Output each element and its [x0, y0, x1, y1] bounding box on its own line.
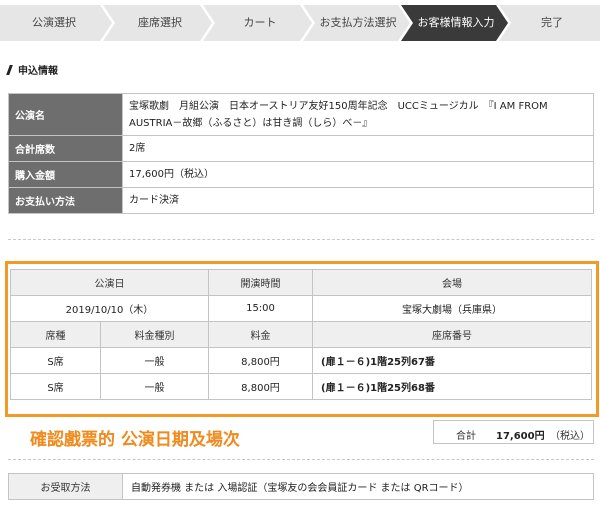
- ticket-table: 公演日 開演時間 会場 2019/10/10（木） 15:00 宝塚大劇場（兵庫…: [10, 269, 592, 400]
- total-label: 合計: [456, 431, 476, 442]
- info-row-amount: 購入金額 17,600円（税込）: [8, 161, 594, 188]
- venue-header: 会場: [312, 269, 592, 296]
- amount-label: 購入金額: [8, 161, 123, 188]
- total-amount: 17,600円: [496, 431, 545, 442]
- receive-row: お受取方法 自動発券機 または 入場認証（宝塚友の会会員証カード または QRコ…: [8, 473, 594, 500]
- performance-time: 15:00: [208, 295, 313, 322]
- performance-label: 公演名: [8, 93, 123, 136]
- seat-type: S席: [10, 373, 101, 400]
- amount-value: 17,600円（税込）: [122, 161, 594, 188]
- performance-date: 2019/10/10（木）: [10, 295, 209, 322]
- time-header: 開演時間: [208, 269, 313, 296]
- date-header: 公演日: [10, 269, 209, 296]
- ticket-header-top: 公演日 開演時間 会場: [10, 269, 592, 296]
- receive-label: お受取方法: [8, 473, 123, 500]
- price-type-header: 料金種別: [100, 321, 209, 348]
- step-seat-select: 座席選択: [138, 16, 182, 29]
- progress-steps: 公演選択 座席選択 カート お支払方法選択 お客様情報入力 完了: [0, 5, 600, 41]
- step-cart: カート: [243, 16, 277, 29]
- step-payment-method: お支払方法選択: [319, 16, 397, 29]
- application-info-table: 公演名 宝塚歌劇 月組公演 日本オーストリア友好150周年記念 UCCミュージカ…: [8, 93, 594, 214]
- table-row: S席 一般 8,800円 (扉１－６)1階25列68番: [10, 373, 592, 400]
- performance-value: 宝塚歌劇 月組公演 日本オーストリア友好150周年記念 UCCミュージカル 『I…: [122, 93, 594, 136]
- info-row-performance: 公演名 宝塚歌劇 月組公演 日本オーストリア友好150周年記念 UCCミュージカ…: [8, 93, 594, 136]
- step-complete: 完了: [541, 16, 563, 29]
- seat-type-header: 席種: [10, 321, 101, 348]
- seat-number: (扉１－６)1階25列68番: [312, 373, 592, 400]
- section-heading: 申込情報: [6, 62, 58, 77]
- ticket-performance-row: 2019/10/10（木） 15:00 宝塚大劇場（兵庫県）: [10, 295, 592, 322]
- heading-slash-icon: [6, 65, 13, 75]
- seats-label: 合計席数: [8, 135, 123, 162]
- receive-value: 自動発券機 または 入場認証（宝塚友の会会員証カード または QRコード）: [122, 473, 594, 500]
- step-performance-select: 公演選択: [32, 16, 76, 29]
- seat-type: S席: [10, 347, 101, 374]
- info-row-payment: お支払い方法 カード決済: [8, 187, 594, 214]
- receive-method-table: お受取方法 自動発券機 または 入場認証（宝塚友の会会員証カード または QRコ…: [8, 473, 594, 500]
- price: 8,800円: [208, 373, 313, 400]
- step-customer-info-active: お客様情報入力: [417, 16, 495, 29]
- dashed-divider: [8, 239, 594, 240]
- price-header: 料金: [208, 321, 313, 348]
- ticket-header-bottom: 席種 料金種別 料金 座席番号: [10, 321, 592, 348]
- table-row: S席 一般 8,800円 (扉１－６)1階25列67番: [10, 347, 592, 374]
- payment-label: お支払い方法: [8, 187, 123, 214]
- annotation-text: 確認戲票的 公演日期及場次: [30, 430, 240, 450]
- price-type: 一般: [100, 347, 209, 374]
- section-title: 申込情報: [18, 66, 58, 77]
- price-type: 一般: [100, 373, 209, 400]
- info-row-seats: 合計席数 2席: [8, 135, 594, 162]
- seat-number: (扉１－６)1階25列67番: [312, 347, 592, 374]
- total-tax-note: （税込）: [550, 431, 590, 442]
- seats-value: 2席: [122, 135, 594, 162]
- performance-venue: 宝塚大劇場（兵庫県）: [312, 295, 592, 322]
- dashed-divider: [8, 459, 594, 460]
- price: 8,800円: [208, 347, 313, 374]
- seat-number-header: 座席番号: [312, 321, 592, 348]
- payment-value: カード決済: [122, 187, 594, 214]
- total-box: 合計 17,600円 （税込）: [433, 420, 594, 444]
